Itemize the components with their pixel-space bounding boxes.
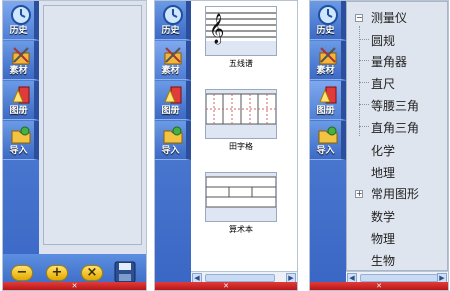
panel-resize-bar[interactable]: ✕ [155, 282, 297, 290]
sidebar-item-label: 图册 [9, 106, 28, 116]
add-button[interactable]: + [46, 265, 68, 281]
save-button[interactable] [114, 261, 136, 283]
sidebar-item-label: 历史 [9, 26, 28, 36]
history-panel: 历史 素材 图册 导入 − + × ✕ [2, 0, 147, 291]
history-content [39, 1, 146, 284]
template-arithmetic-book[interactable]: 算术本 [205, 172, 277, 235]
sidebar-item-import[interactable]: 导入 [310, 121, 346, 160]
tree-line [359, 26, 360, 136]
sidebar-item-history[interactable]: 历史 [155, 1, 191, 40]
tree-node-geography[interactable]: 地理 [371, 164, 395, 181]
materials-panel: 历史 素材 图册 导入 𝄞 五线谱 田字格 算术本 ◀ ▶ ✕ [154, 0, 298, 291]
arithmetic-book-icon [205, 172, 277, 222]
plus-icon: + [51, 265, 63, 280]
tree-line [359, 82, 369, 83]
tree-node-physics[interactable]: 物理 [371, 230, 395, 247]
panel-resize-bar[interactable]: ✕ [3, 282, 146, 290]
tree-line [359, 126, 369, 127]
scroll-thumb[interactable] [360, 274, 438, 282]
sidebar-item-materials[interactable]: 素材 [3, 41, 39, 80]
sidebar-item-import[interactable]: 导入 [3, 121, 39, 160]
expand-toggle[interactable]: + [355, 190, 363, 198]
history-list[interactable] [43, 5, 142, 245]
template-label: 田字格 [229, 142, 253, 151]
remove-button[interactable]: − [11, 265, 33, 281]
sidebar-item-label: 图册 [161, 106, 180, 116]
tree-node-math[interactable]: 数学 [371, 208, 395, 225]
tree-node-chemistry[interactable]: 化学 [371, 142, 395, 159]
sidebar: 历史 素材 图册 导入 [310, 1, 346, 284]
template-label: 算术本 [229, 225, 253, 234]
templates-scroll-area: 𝄞 五线谱 田字格 算术本 [191, 1, 297, 271]
tree-line [359, 60, 369, 61]
collapse-toggle[interactable]: − [355, 14, 363, 22]
sidebar-item-label: 历史 [161, 26, 180, 36]
template-label: 五线谱 [229, 59, 253, 68]
sidebar-item-label: 导入 [161, 146, 180, 156]
gallery-content: − 测量仪 圆规 量角器 直尺 等腰三角 直角三角 化学 地理 + 常用图形 数… [346, 1, 448, 284]
screenshot-composite: 历史 素材 图册 导入 − + × ✕ 历史 素材 图册 导入 𝄞 五线谱 田字… [0, 0, 450, 291]
tree-node-ruler[interactable]: 直尺 [371, 75, 395, 92]
template-staff[interactable]: 𝄞 五线谱 [205, 6, 277, 69]
sidebar: 历史 素材 图册 导入 [3, 1, 39, 284]
sidebar-item-materials[interactable]: 素材 [155, 41, 191, 80]
resize-marker: ✕ [376, 282, 382, 290]
sidebar-item-gallery[interactable]: 图册 [310, 81, 346, 120]
resize-marker: ✕ [71, 282, 78, 290]
sidebar-item-history[interactable]: 历史 [310, 1, 346, 40]
templates-content: 𝄞 五线谱 田字格 算术本 ◀ ▶ [191, 1, 297, 284]
tree-line [359, 104, 369, 105]
sidebar-item-label: 历史 [316, 26, 335, 36]
panel-resize-bar[interactable]: ✕ [310, 282, 448, 290]
sidebar: 历史 素材 图册 导入 [155, 1, 191, 284]
sidebar-item-import[interactable]: 导入 [155, 121, 191, 160]
tree-node-biology[interactable]: 生物 [371, 252, 395, 269]
tian-grid-icon [205, 89, 277, 139]
template-tian-grid[interactable]: 田字格 [205, 89, 277, 152]
sidebar-item-label: 素材 [161, 66, 180, 76]
sidebar-item-label: 导入 [316, 146, 335, 156]
delete-button[interactable]: × [81, 265, 103, 281]
category-tree: − 测量仪 圆规 量角器 直尺 等腰三角 直角三角 化学 地理 + 常用图形 数… [346, 1, 448, 271]
tree-node-protractor[interactable]: 量角器 [371, 53, 407, 70]
sidebar-item-history[interactable]: 历史 [3, 1, 39, 40]
tree-node-common-shapes[interactable]: 常用图形 [371, 185, 419, 202]
minus-icon: − [16, 265, 28, 280]
save-icon [114, 261, 136, 283]
tree-node-measuring-tools[interactable]: 测量仪 [371, 9, 407, 26]
staff-icon: 𝄞 [205, 6, 277, 56]
resize-marker: ✕ [223, 282, 229, 290]
tree-node-right-triangle[interactable]: 直角三角 [371, 119, 419, 136]
sidebar-item-materials[interactable]: 素材 [310, 41, 346, 80]
sidebar-item-label: 导入 [9, 146, 28, 156]
sidebar-item-label: 素材 [316, 66, 335, 76]
scroll-thumb[interactable] [205, 274, 275, 282]
tree-line [359, 39, 369, 40]
svg-text:𝄞: 𝄞 [209, 13, 224, 45]
gallery-panel: 历史 素材 图册 导入 − 测量仪 圆规 量角器 直尺 等腰三角 直角三角 化学… [309, 0, 449, 291]
sidebar-item-gallery[interactable]: 图册 [3, 81, 39, 120]
tree-node-isosceles-triangle[interactable]: 等腰三角 [371, 97, 419, 114]
tree-node-compass[interactable]: 圆规 [371, 32, 395, 49]
sidebar-item-label: 素材 [9, 66, 28, 76]
sidebar-item-label: 图册 [316, 106, 335, 116]
close-icon: × [86, 265, 98, 280]
sidebar-item-gallery[interactable]: 图册 [155, 81, 191, 120]
